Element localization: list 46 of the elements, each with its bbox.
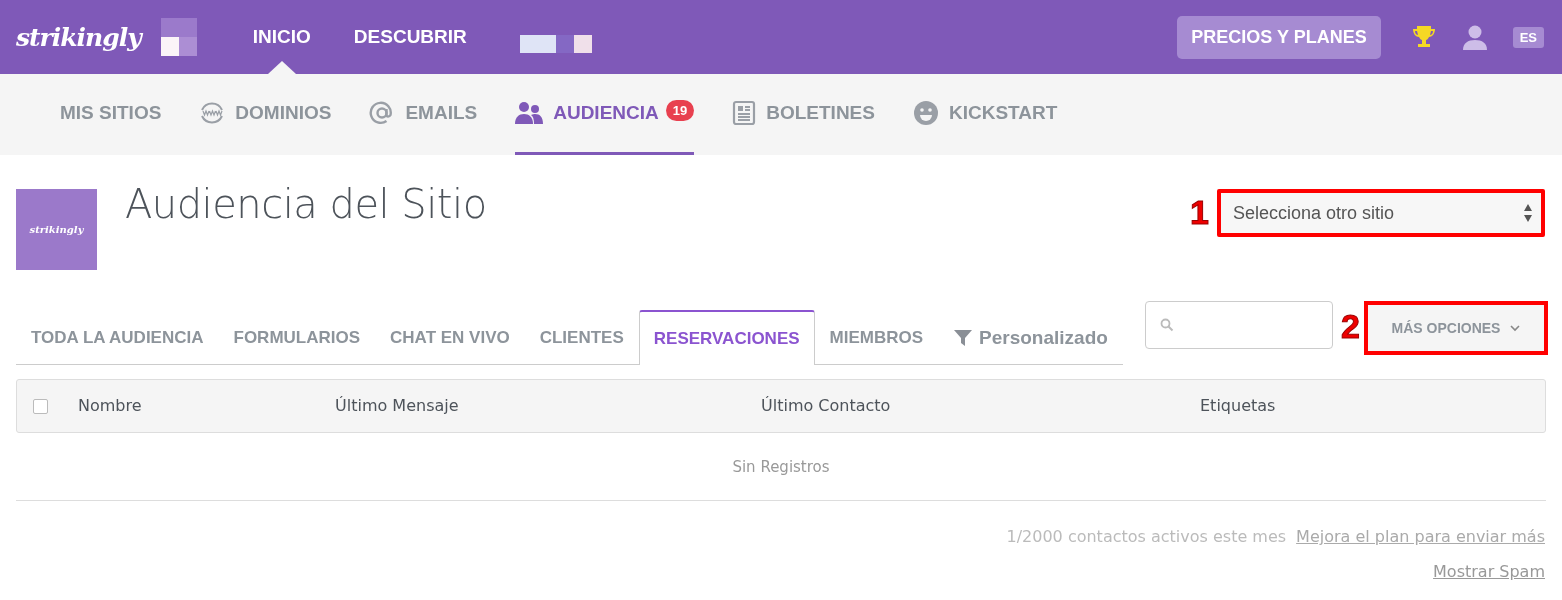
site-select[interactable]: Selecciona otro sitio	[1217, 189, 1545, 237]
audience-tab[interactable]: FORMULARIOS	[218, 311, 376, 364]
trophy-icon[interactable]	[1410, 24, 1437, 50]
count-badge: 19	[665, 99, 695, 121]
usage-text: 1/2000 contactos activos este mes	[1006, 527, 1287, 546]
more-options-button[interactable]: MÁS OPCIONES	[1364, 301, 1548, 355]
nav-tab[interactable]: MIS SITIOS	[60, 74, 162, 155]
column-header: Último Contacto	[761, 396, 891, 415]
people-icon	[515, 100, 544, 126]
pricing-button[interactable]: PRECIOS Y PLANES	[1177, 15, 1381, 59]
column-header: Etiquetas	[1200, 396, 1276, 415]
smiley-icon	[912, 100, 939, 126]
show-spam-link[interactable]: Mostrar Spam	[1433, 562, 1545, 581]
funnel-icon	[953, 328, 974, 348]
audience-tab[interactable]: RESERVACIONES	[638, 310, 815, 365]
search-field[interactable]	[1145, 301, 1334, 349]
filter-button[interactable]: Personalizado	[938, 311, 1123, 364]
empty-message: Sin Registros	[732, 457, 830, 476]
search-icon	[1160, 318, 1175, 332]
nav-tab[interactable]: KICKSTART	[912, 74, 1058, 155]
nav-tab[interactable]: AUDIENCIA 19	[515, 74, 695, 155]
nav-link[interactable]: DESCUBRIR	[353, 0, 467, 74]
chevron-down-icon	[1510, 324, 1521, 332]
checkbox[interactable]	[33, 398, 48, 414]
language-button[interactable]: ES	[1512, 26, 1544, 48]
annotation-number: 1	[1190, 192, 1209, 233]
upgrade-link[interactable]: Mejora el plan para enviar más	[1296, 527, 1545, 546]
nav-tab[interactable]: BOLETINES	[732, 74, 875, 155]
audience-tab[interactable]: TODA LA AUDIENCIA	[16, 311, 219, 364]
newspaper-icon	[732, 100, 757, 126]
audience-tab[interactable]: CHAT EN VIVO	[375, 311, 525, 364]
logo[interactable]: strikingly	[16, 22, 141, 52]
sort-arrows-icon	[1523, 202, 1533, 224]
annotation-number: 2	[1341, 306, 1360, 347]
logo: strikingly	[29, 224, 84, 235]
nav-tab[interactable]: DOMINIOS	[199, 74, 332, 155]
nav-link[interactable]: INICIO	[252, 0, 311, 74]
user-icon[interactable]	[1460, 24, 1489, 50]
column-header: Último Mensaje	[335, 396, 459, 415]
nav-tab[interactable]: EMAILS	[369, 74, 478, 155]
audience-tab[interactable]: MIEMBROS	[814, 311, 939, 364]
www-icon	[199, 100, 226, 126]
column-header: Nombre	[78, 396, 142, 415]
page-title: Audiencia del Sitio	[125, 181, 487, 227]
audience-tab[interactable]: CLIENTES	[524, 311, 639, 364]
pixelated-block	[160, 18, 197, 56]
